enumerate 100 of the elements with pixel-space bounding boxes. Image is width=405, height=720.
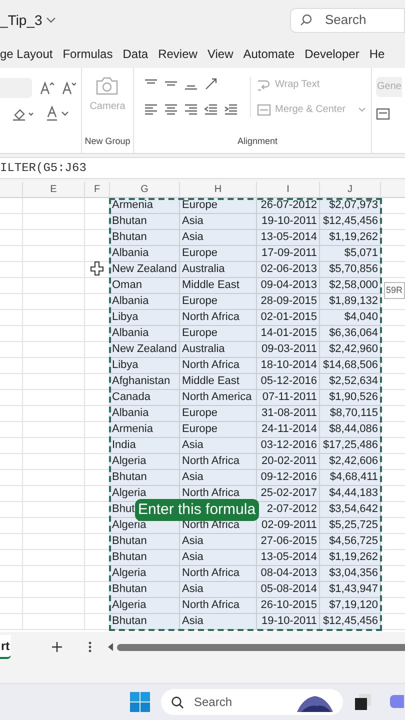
task-view-icon[interactable] [355,694,371,710]
table-cell: 05-08-2014 [257,582,320,598]
chevron-icon[interactable] [46,16,56,24]
merge-icon [257,102,271,116]
table-cell: $12,45,456 [320,214,381,230]
table-cell: $1,19,262 [320,550,381,566]
decrease-font-icon[interactable] [62,81,76,95]
font-color-icon[interactable] [46,106,70,122]
cursor-icon[interactable] [90,261,104,276]
search-icon [171,696,184,708]
table-cell: Bhutan [110,614,180,630]
align-center-icon[interactable] [164,103,178,117]
table-cell: $2,52,634 [320,374,381,390]
table-cell: Albania [110,406,180,422]
table-cell: North Africa [180,598,257,614]
table-cell: Bhutan [110,550,180,566]
table-cell: Algeria [110,566,180,582]
table-cell: Armenia [110,198,180,214]
caret-icon [358,106,366,112]
table-cell: $2,42,960 [320,342,381,358]
table-cell: 20-02-2011 [257,454,320,470]
table-cell: 26-07-2012 [257,198,320,214]
table-cell: 02-01-2015 [257,310,320,326]
table-cell: 17-09-2011 [257,246,320,262]
add-sheet-icon[interactable] [50,641,63,653]
table-cell: Europe [180,294,257,310]
align-left-icon[interactable] [144,103,158,117]
table-cell: 02-06-2013 [257,262,320,278]
ribbon-tab[interactable]: Developer [304,45,360,63]
table-cell: Middle East [180,374,257,390]
table-cell: 25-02-2017 [257,486,320,502]
sheet-tab[interactable]: rt [0,635,11,659]
table-cell: Albania [110,246,180,262]
table-cell: 05-12-2016 [257,374,320,390]
table-cell: Middle East [180,278,257,294]
search-icon [299,13,313,27]
wrap-text-icon [257,78,271,92]
ribbon-tab[interactable]: Automate [243,45,295,63]
align-right-icon[interactable] [184,103,198,117]
table-cell: North Africa [180,454,257,470]
increase-indent-icon[interactable] [224,103,238,117]
table-cell: 26-10-2015 [257,598,320,614]
table-cell: 03-12-2016 [257,438,320,454]
ribbon-tab[interactable]: View [207,45,234,63]
chat-icon[interactable] [390,693,404,711]
table-cell: North Africa [180,358,257,374]
table-cell: 09-12-2016 [257,470,320,486]
table-cell: 19-10-2011 [257,614,320,630]
increase-font-icon[interactable] [40,81,54,95]
table-cell: 13-05-2014 [257,230,320,246]
scroll-left-icon[interactable] [108,643,114,651]
formula-field[interactable]: ILTER(G5:J63 [0,159,86,177]
table-cell: Asia [180,214,257,230]
table-cell: 24-11-2014 [257,422,320,438]
table-cell: Bhutan [110,470,180,486]
table-cell: Libya [110,358,180,374]
table-cell: Algeria [110,454,180,470]
table-cell: India [110,438,180,454]
ribbon-tab[interactable]: He [369,45,385,63]
table-cell: 31-08-2011 [257,406,320,422]
table-cell: $1,89,132 [320,294,381,310]
fill-bucket-icon[interactable] [12,107,34,121]
table-cell: Australia [180,262,257,278]
table-cell: 08-04-2013 [257,566,320,582]
horizontal-scrollbar[interactable] [116,644,405,650]
ribbon-tab[interactable]: Review [158,45,198,63]
table-cell: $6,36,064 [320,326,381,342]
table-cell: Bhutan [110,582,180,598]
taskbar-search-field[interactable]: Search [161,689,343,715]
table-cell: Asia [180,230,257,246]
ribbon-tab[interactable]: Formulas [62,45,113,63]
camera-icon [95,76,120,96]
decrease-indent-icon[interactable] [204,103,218,117]
table-cell: $2,58,000 [320,278,381,294]
table-cell: Asia [180,470,257,486]
table-cell: $1,43,947 [320,582,381,598]
table-cell: New Zealand [110,262,180,278]
table-cell: $5,25,725 [320,518,381,534]
table-cell: $7,19,120 [320,598,381,614]
table-cell: 2-07-2012 [257,502,320,518]
orientation-icon[interactable] [204,77,218,91]
search-field[interactable]: Search [290,8,405,32]
windows-logo-icon[interactable] [130,692,150,712]
table-cell: Bhutan [110,534,180,550]
table-cell: $4,68,411 [320,470,381,486]
table-cell: $5,70,856 [320,262,381,278]
table-cell: Asia [180,438,257,454]
table-cell: $1,90,526 [320,390,381,406]
table-cell: Oman [110,278,180,294]
more-icon[interactable] [88,641,92,653]
table-cell: $4,040 [320,310,381,326]
table-cell: $1,19,262 [320,230,381,246]
table-cell: $14,68,506 [320,358,381,374]
table-cell: North Africa [180,566,257,582]
ribbon-tab[interactable]: Data [122,45,148,63]
caption-overlay: Enter this formula [135,499,259,521]
table-cell: 02-09-2011 [257,518,320,534]
group-label: New Group [84,134,130,148]
ribbon-tab[interactable]: ge Layout [0,45,53,63]
table-cell: Europe [180,246,257,262]
